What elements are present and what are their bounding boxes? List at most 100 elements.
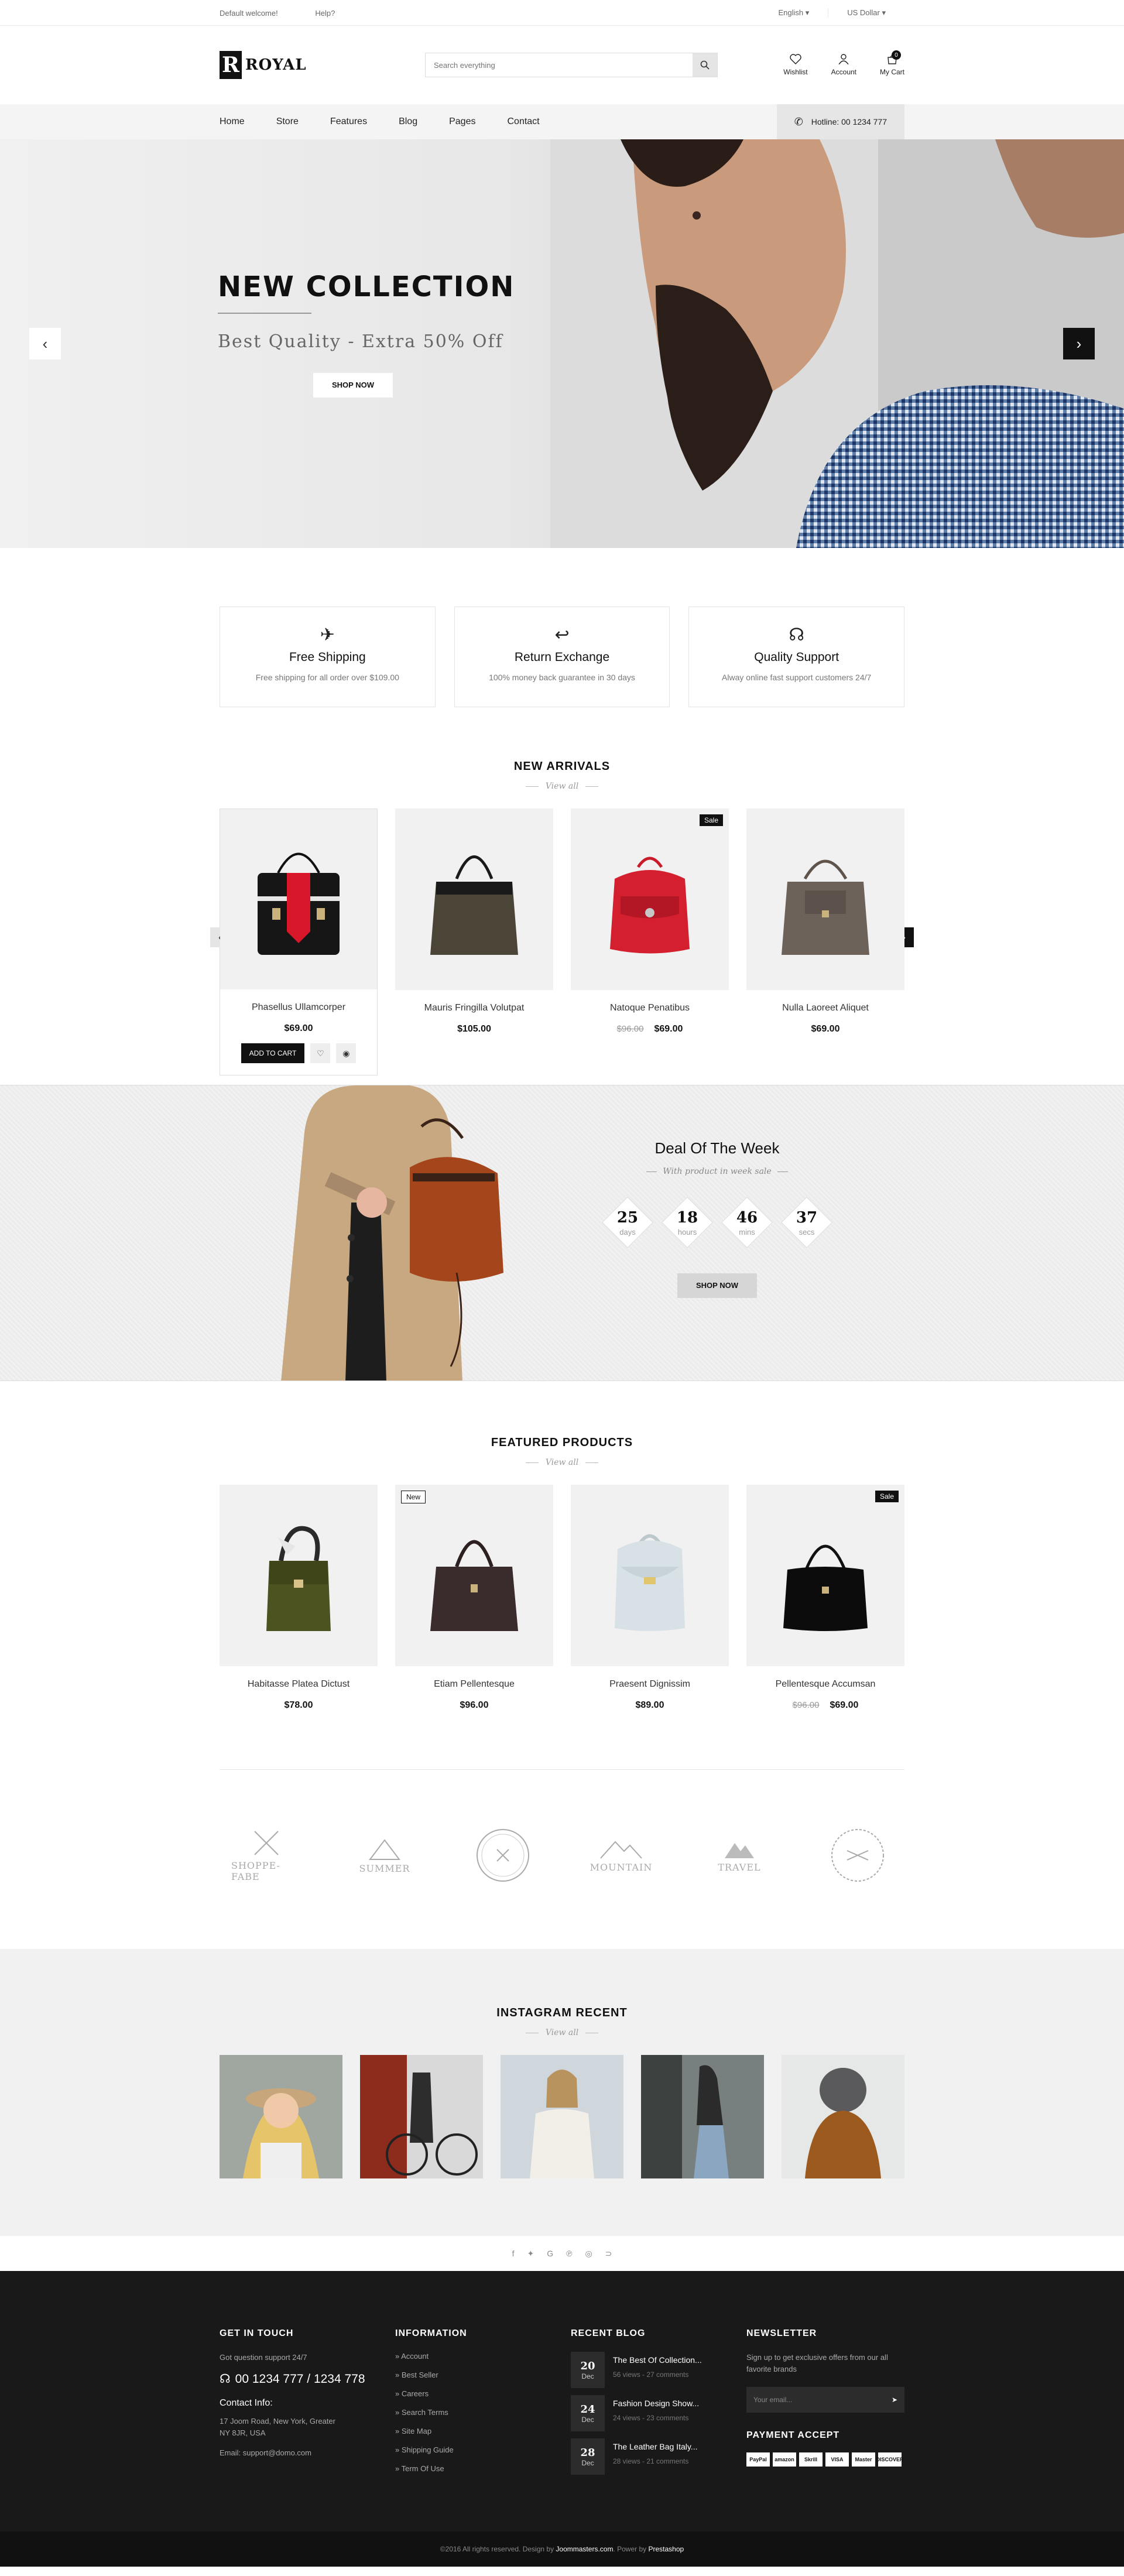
instagram-section: INSTAGRAM RECENT View all: [0, 1949, 1124, 2236]
blog-title[interactable]: The Leather Bag Italy...: [613, 2442, 698, 2451]
facebook-icon[interactable]: f: [512, 2249, 515, 2258]
product-image[interactable]: [746, 809, 904, 990]
instagram-photo[interactable]: [501, 2055, 623, 2178]
search-button[interactable]: [692, 53, 717, 77]
blog-title[interactable]: Fashion Design Show...: [613, 2399, 699, 2408]
footer-link[interactable]: » Site Map: [395, 2426, 553, 2437]
section-title: NEW ARRIVALS: [513, 760, 611, 773]
instagram-photo[interactable]: [360, 2055, 483, 2178]
instagram-icon[interactable]: ◎: [585, 2249, 592, 2259]
view-all-link[interactable]: View all: [220, 2028, 904, 2037]
language-select[interactable]: English ▾: [759, 8, 828, 18]
product-name[interactable]: Pellentesque Accumsan: [746, 1679, 904, 1690]
blog-post[interactable]: 20 Dec The Best Of Collection... 56 views …: [571, 2352, 729, 2388]
product-name[interactable]: Mauris Fringilla Volutpat: [395, 1003, 553, 1013]
brand-logo[interactable]: MOUNTAIN: [586, 1826, 656, 1885]
nav-contact[interactable]: Contact: [507, 117, 539, 127]
quickview-button[interactable]: ◉: [336, 1043, 357, 1063]
hero-shop-now-button[interactable]: SHOP NOW: [313, 373, 393, 398]
peaks-icon: [725, 1842, 754, 1858]
deal-shop-now-button[interactable]: SHOP NOW: [677, 1273, 757, 1298]
hotline[interactable]: ✆ Hotline: 00 1234 777: [776, 104, 904, 139]
google-icon[interactable]: G: [547, 2249, 553, 2258]
cart-button[interactable]: 0 My Cart: [880, 50, 904, 76]
view-all-link[interactable]: View all: [220, 782, 904, 791]
instagram-photo[interactable]: [220, 2055, 342, 2178]
footer-link[interactable]: » Term Of Use: [395, 2463, 553, 2475]
footer-newsletter: NEWSLETTER Sign up to get exclusive offe…: [746, 2328, 904, 2482]
footer-link[interactable]: » Shipping Guide: [395, 2444, 553, 2456]
search-input[interactable]: [425, 53, 693, 77]
nav-pages[interactable]: Pages: [449, 117, 475, 127]
product-image[interactable]: Sale: [746, 1485, 904, 1666]
product-name[interactable]: Natoque Penatibus: [571, 1003, 729, 1013]
twitter-icon[interactable]: ✦: [527, 2249, 534, 2259]
blog-title[interactable]: The Best Of Collection...: [613, 2355, 702, 2365]
account-button[interactable]: Account: [831, 54, 856, 76]
newsletter-email-input[interactable]: Your email...: [753, 2396, 792, 2404]
product-card[interactable]: New Etiam Pellentesque $96.00: [395, 1485, 553, 1711]
countdown: 25 days 18 hours 46 mins 37 secs: [585, 1200, 849, 1245]
deal-subtitle: With product in week sale: [585, 1167, 849, 1176]
wishlist-button[interactable]: Wishlist: [783, 54, 808, 76]
product-price: $69.00: [746, 1024, 904, 1034]
logo[interactable]: R ROYAL: [220, 51, 307, 79]
blog-post[interactable]: 28 Dec The Leather Bag Italy... 28 views -…: [571, 2438, 729, 2475]
product-image[interactable]: New: [395, 1485, 553, 1666]
blog-post[interactable]: 24 Dec Fashion Design Show... 24 views - 2…: [571, 2395, 729, 2431]
instagram-photo[interactable]: [641, 2055, 764, 2178]
add-to-cart-button[interactable]: ADD TO CART: [241, 1043, 305, 1063]
product-card[interactable]: Mauris Fringilla Volutpat $105.00: [395, 809, 553, 1075]
old-price: $96.00: [616, 1024, 644, 1034]
cart-label: My Cart: [880, 68, 904, 76]
view-all-link[interactable]: View all: [220, 1458, 904, 1467]
product-name[interactable]: Etiam Pellentesque: [395, 1679, 553, 1690]
hero-next-button[interactable]: ›: [1063, 328, 1095, 359]
brand-logo[interactable]: [468, 1826, 538, 1885]
product-name[interactable]: Nulla Laoreet Aliquet: [746, 1003, 904, 1013]
footer-link[interactable]: » Careers: [395, 2388, 553, 2400]
brand-logo[interactable]: TRAVEL: [704, 1826, 775, 1885]
send-icon[interactable]: ➤: [892, 2396, 897, 2404]
product-price-value: $69.00: [811, 1024, 840, 1034]
support-text: Got question support 24/7: [220, 2353, 307, 2362]
product-name[interactable]: Praesent Dignissim: [571, 1679, 729, 1690]
instagram-photo[interactable]: [782, 2055, 904, 2178]
footer-link[interactable]: » Search Terms: [395, 2407, 553, 2419]
product-card[interactable]: Phasellus Ullamcorper $69.00 ADD TO CART…: [220, 809, 378, 1075]
product-image[interactable]: [220, 1485, 378, 1666]
product-image[interactable]: [220, 809, 377, 989]
footer-phone[interactable]: ☊ 00 1234 777 / 1234 778: [220, 2372, 378, 2386]
plane-icon: ✈: [320, 625, 335, 645]
product-image[interactable]: [571, 1485, 729, 1666]
product-image[interactable]: [395, 809, 553, 990]
product-name[interactable]: Habitasse Platea Dictust: [220, 1679, 378, 1690]
wishlist-button[interactable]: ♡: [310, 1043, 331, 1063]
footer-link[interactable]: » Account: [395, 2351, 553, 2362]
brand-logo[interactable]: [823, 1826, 893, 1885]
product-image[interactable]: Sale: [571, 809, 729, 990]
product-card[interactable]: Habitasse Platea Dictust $78.00: [220, 1485, 378, 1711]
nav-store[interactable]: Store: [276, 117, 299, 127]
currency-select[interactable]: US Dollar ▾: [828, 8, 904, 18]
nav-blog[interactable]: Blog: [399, 117, 417, 127]
pinterest-icon[interactable]: ℗: [566, 2249, 572, 2258]
chevron-right-icon: ›: [1076, 334, 1082, 352]
rss-icon[interactable]: ⊃: [605, 2249, 612, 2259]
product-name[interactable]: Phasellus Ullamcorper: [220, 1002, 377, 1013]
email-text[interactable]: Email: support@domo.com: [220, 2447, 378, 2459]
hero-prev-button[interactable]: ‹: [29, 328, 61, 359]
product-card[interactable]: Nulla Laoreet Aliquet $69.00: [746, 809, 904, 1075]
help-link[interactable]: Help?: [315, 9, 335, 18]
footer-link[interactable]: » Best Seller: [395, 2369, 553, 2381]
product-card[interactable]: Sale Pellentesque Accumsan $96.00 $69.00: [746, 1485, 904, 1711]
designer-link[interactable]: Joommasters.com: [556, 2545, 613, 2553]
brand-logo[interactable]: SHOPPE-FABE: [231, 1826, 301, 1885]
product-card[interactable]: Praesent Dignissim $89.00: [571, 1485, 729, 1711]
platform-link[interactable]: Prestashop: [649, 2545, 684, 2553]
nav-features[interactable]: Features: [330, 117, 367, 127]
product-card[interactable]: Sale Natoque Penatibus $96.00 $69.00: [571, 809, 729, 1075]
brand-logo[interactable]: SUMMER: [349, 1826, 420, 1885]
nav-home[interactable]: Home: [220, 117, 245, 127]
brands-section: SHOPPE-FABE SUMMER MOUNTAIN TRAVEL: [0, 1769, 1124, 1885]
